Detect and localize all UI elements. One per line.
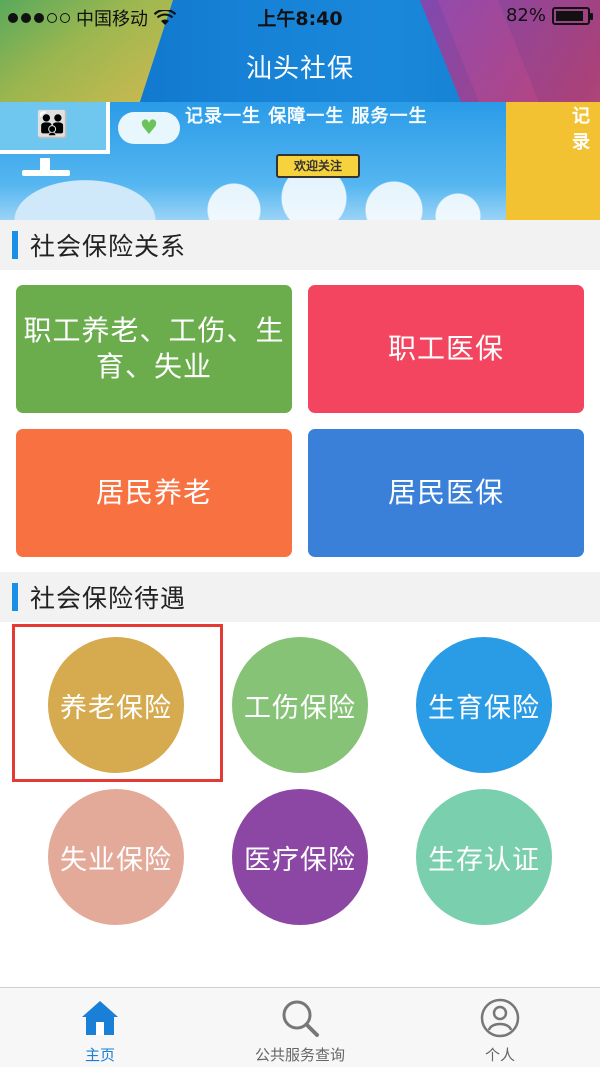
welcome-button[interactable]: 欢迎关注 xyxy=(276,154,360,178)
tile-employee-medical[interactable]: 职工医保 xyxy=(308,285,584,413)
home-icon xyxy=(82,1001,118,1035)
banner-clouds xyxy=(170,174,490,220)
monitor-base xyxy=(22,170,70,176)
search-icon xyxy=(282,1000,319,1037)
banner-cloud xyxy=(0,172,170,220)
tab-home[interactable]: 主页 xyxy=(0,988,200,1067)
circle-unemployment-insurance[interactable]: 失业保险 xyxy=(48,789,184,925)
heart-cloud-icon: ♥ xyxy=(118,112,180,144)
tab-label: 公共服务查询 xyxy=(254,1046,345,1064)
circle-pension-insurance[interactable]: 养老保险 xyxy=(48,637,184,773)
tile-resident-pension[interactable]: 居民养老 xyxy=(16,429,292,557)
side-panel-text: 记录 xyxy=(572,106,590,153)
banner-next-slide: 记录 xyxy=(506,102,600,220)
section-title: 社会保险关系 xyxy=(30,232,187,261)
tab-label: 主页 xyxy=(84,1046,115,1064)
tile-resident-medical[interactable]: 居民医保 xyxy=(308,429,584,557)
tab-personal[interactable]: 个人 xyxy=(400,988,600,1067)
promo-banner[interactable]: 👪 ♥ 记录一生 保障一生 服务一生 欢迎关注 记录 xyxy=(0,102,600,220)
bottom-tab-bar: 主页 公共服务查询 个人 xyxy=(0,987,600,1067)
circle-survival-certification[interactable]: 生存认证 xyxy=(416,789,552,925)
tile-employee-pension-injury-maternity-unemployment[interactable]: 职工养老、工伤、生育、失业 xyxy=(16,285,292,413)
section-header-benefits: 社会保险待遇 xyxy=(0,572,600,622)
app-header: 中国移动 上午8:40 82% 汕头社保 xyxy=(0,0,600,102)
page-title: 汕头社保 xyxy=(245,54,354,84)
circle-medical-insurance[interactable]: 医疗保险 xyxy=(232,789,368,925)
family-icon: 👪 xyxy=(36,110,69,140)
circle-work-injury-insurance[interactable]: 工伤保险 xyxy=(232,637,368,773)
section-accent-bar xyxy=(12,231,18,259)
banner-slogan: 记录一生 保障一生 服务一生 xyxy=(185,106,428,127)
section-accent-bar xyxy=(12,583,18,611)
battery-icon xyxy=(552,6,593,25)
battery-percent: 82% xyxy=(505,5,546,26)
person-icon xyxy=(480,998,520,1038)
section-header-relations: 社会保险关系 xyxy=(0,220,600,270)
status-bar: 中国移动 上午8:40 82% xyxy=(0,0,600,34)
circle-maternity-insurance[interactable]: 生育保险 xyxy=(416,637,552,773)
tab-label: 个人 xyxy=(484,1046,515,1064)
section-title: 社会保险待遇 xyxy=(30,584,187,613)
tab-public-service-query[interactable]: 公共服务查询 xyxy=(200,988,400,1067)
